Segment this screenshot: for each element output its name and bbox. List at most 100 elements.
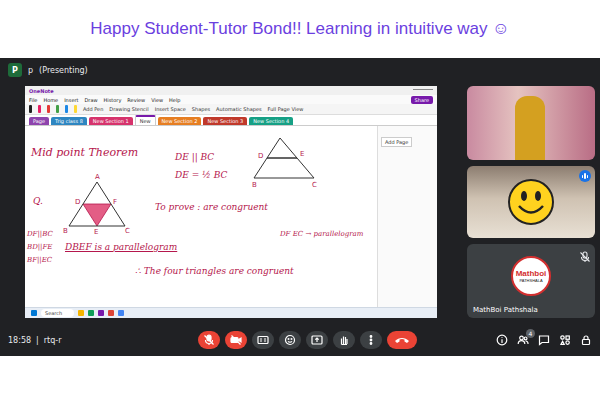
title-bar: OneNote	[25, 86, 437, 95]
handwritten-note: Mid point Theorem	[31, 146, 138, 159]
section-tab[interactable]: Trig class 8	[51, 117, 87, 125]
hand-button[interactable]	[333, 331, 355, 349]
ribbon: Add Pen Drawing Stencil Insert Space Shapes…	[25, 104, 437, 115]
meet-window: Pp (Presenting) OneNote File Home Insert Draw H…	[0, 58, 600, 356]
handwritten-note: DE = ½ BC	[175, 170, 227, 180]
presenting-status: (Presenting)	[39, 66, 88, 75]
section-tab[interactable]: New Section 4	[249, 117, 293, 125]
vertex-label: D	[258, 152, 263, 160]
note-canvas: Mid point Theorem DE || BC DE = ½ BC Q. To p…	[25, 126, 377, 307]
menu-item[interactable]: Draw	[84, 97, 97, 103]
menu-item[interactable]: View	[151, 97, 163, 103]
ribbon-button[interactable]: Add Pen	[83, 106, 103, 112]
info-icon[interactable]	[496, 334, 508, 346]
add-page-button[interactable]: Add Page	[381, 137, 412, 147]
video-frame	[515, 96, 545, 160]
people-icon[interactable]: 4	[517, 334, 529, 346]
section-tab[interactable]: Page	[29, 117, 49, 125]
top-bar: Pp (Presenting)	[0, 58, 600, 82]
more-button[interactable]	[360, 331, 382, 349]
handwritten-note: Q.	[33, 196, 43, 206]
handwritten-note: DF EC → parallelogram	[280, 230, 363, 238]
meeting-code: rtq-r	[44, 336, 62, 345]
vertex-label: C	[312, 181, 317, 189]
pen-icon[interactable]	[38, 105, 41, 113]
present-button[interactable]	[306, 331, 328, 349]
control-bar: 18:58 | rtq-r 4	[0, 324, 600, 356]
shared-screen: OneNote File Home Insert Draw History Review Vi…	[25, 86, 437, 318]
mic-button[interactable]	[198, 331, 220, 349]
participant-tile[interactable]	[467, 86, 595, 160]
vertex-label: B	[63, 227, 68, 235]
participant-tiles: MathboiPATHSHALAMathBoi Pathshala	[467, 86, 595, 324]
participant-tile[interactable]: MathboiPATHSHALAMathBoi Pathshala	[467, 244, 595, 318]
app-icon[interactable]	[78, 310, 84, 316]
logo-subtext: PATHSHALA	[519, 278, 542, 283]
activities-icon[interactable]	[559, 334, 571, 346]
ribbon-button[interactable]: Shapes	[192, 106, 210, 112]
banner-text: Happy Student-Tutor Bond!! Learning in i…	[90, 19, 509, 39]
pen-icon[interactable]	[74, 105, 77, 113]
section-tab[interactable]: New Section 3	[203, 117, 247, 125]
count-badge: 4	[526, 329, 535, 338]
taskbar-search[interactable]: Search	[41, 309, 74, 317]
handwritten-note: BD||FE	[27, 243, 52, 251]
ribbon-button[interactable]: Automatic Shapes	[216, 106, 262, 112]
pen-icon[interactable]	[56, 105, 59, 113]
vertex-label: B	[252, 181, 257, 189]
vertex-label: F	[113, 198, 117, 206]
handwritten-note: To prove : are congruent	[155, 202, 268, 212]
menu-item[interactable]: File	[29, 97, 37, 103]
chat-icon[interactable]	[538, 334, 550, 346]
menu-item[interactable]: Help	[169, 97, 180, 103]
taskbar: Search	[25, 307, 437, 318]
vertex-label: E	[300, 150, 304, 158]
camera-button[interactable]	[225, 331, 247, 349]
vertex-label: A	[95, 173, 100, 181]
vertex-label: D	[75, 198, 80, 206]
menu-item[interactable]: Review	[127, 97, 145, 103]
app-title: OneNote	[29, 88, 54, 94]
menu-bar: File Home Insert Draw History Review View Help S…	[25, 95, 437, 104]
speaking-indicator	[579, 170, 591, 182]
presenter-name: p	[28, 66, 33, 75]
small-triangle: D E B C	[240, 134, 320, 190]
app-icon[interactable]	[88, 310, 94, 316]
logo-badge: MathboiPATHSHALA	[511, 256, 551, 296]
share-button[interactable]: Share	[411, 96, 433, 104]
vertex-label: C	[125, 227, 130, 235]
start-icon[interactable]	[31, 310, 37, 316]
handwritten-note: DE || BC	[175, 152, 214, 162]
muted-icon	[579, 248, 591, 267]
logo-text: Mathboi	[516, 269, 547, 278]
pen-icon[interactable]	[29, 105, 32, 113]
section-tab[interactable]: New Section 2	[158, 117, 202, 125]
participant-tile[interactable]	[467, 166, 595, 238]
separator: |	[36, 336, 39, 345]
presenter-avatar: P	[8, 63, 22, 77]
smiley-icon	[507, 178, 555, 230]
menu-item[interactable]: Home	[43, 97, 58, 103]
menu-item[interactable]: History	[104, 97, 122, 103]
pen-icon[interactable]	[65, 105, 68, 113]
pages-panel: Add Page	[377, 126, 437, 307]
app-icon[interactable]	[98, 310, 104, 316]
end-button[interactable]	[387, 331, 417, 349]
emoji-button[interactable]	[279, 331, 301, 349]
menu-item[interactable]: Insert	[64, 97, 78, 103]
section-tab[interactable]: New Section 1	[89, 117, 133, 125]
handwritten-note: BF||EC	[27, 256, 52, 264]
captions-button[interactable]	[252, 331, 274, 349]
lock-icon[interactable]	[580, 334, 592, 346]
handwritten-note: DF||BC	[27, 230, 53, 238]
clock: 18:58	[8, 336, 31, 345]
section-tabs: PageTrig class 8New Section 1NewNew Sect…	[25, 115, 437, 126]
ribbon-button[interactable]: Insert Space	[155, 106, 186, 112]
section-tab[interactable]: New	[135, 115, 156, 125]
pen-icon[interactable]	[47, 105, 50, 113]
app-icon[interactable]	[118, 310, 124, 316]
ribbon-button[interactable]: Full Page View	[268, 106, 304, 112]
ribbon-button[interactable]: Drawing Stencil	[109, 106, 148, 112]
handwritten-note: DBEF is a parallelogram	[65, 242, 177, 252]
app-icon[interactable]	[108, 310, 114, 316]
